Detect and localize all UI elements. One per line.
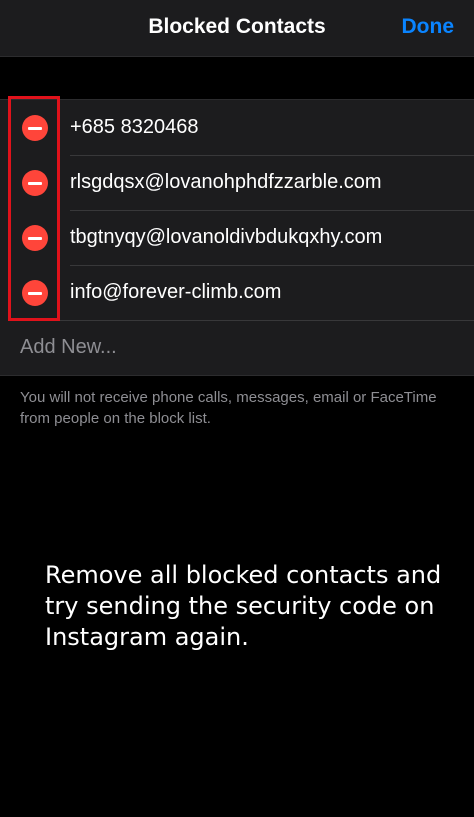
blocked-contact-label: info@forever-climb.com xyxy=(70,281,282,303)
blocked-contacts-list: +685 8320468 rlsgdqsx@lovanohphdfzzarble… xyxy=(0,99,474,376)
instruction-caption: Remove all blocked contacts and try send… xyxy=(45,561,442,651)
navigation-bar: Blocked Contacts Done xyxy=(0,0,474,57)
block-list-note: You will not receive phone calls, messag… xyxy=(20,389,437,427)
minus-circle-icon[interactable] xyxy=(22,115,48,141)
minus-circle-icon[interactable] xyxy=(22,280,48,306)
list-item: rlsgdqsx@lovanohphdfzzarble.com xyxy=(0,155,474,210)
add-new-label: Add New... xyxy=(20,336,117,358)
blocked-contact-label: rlsgdqsx@lovanohphdfzzarble.com xyxy=(70,171,382,193)
list-item: info@forever-climb.com xyxy=(0,265,474,320)
add-new-button[interactable]: Add New... xyxy=(0,320,474,375)
list-item: tbgtnyqy@lovanoldivbdukqxhy.com xyxy=(0,210,474,265)
minus-circle-icon[interactable] xyxy=(22,225,48,251)
blocked-contact-label: +685 8320468 xyxy=(70,116,199,138)
list-item: +685 8320468 xyxy=(0,100,474,155)
done-button[interactable]: Done xyxy=(402,15,455,39)
blocked-contact-label: tbgtnyqy@lovanoldivbdukqxhy.com xyxy=(70,226,383,248)
minus-circle-icon[interactable] xyxy=(22,170,48,196)
